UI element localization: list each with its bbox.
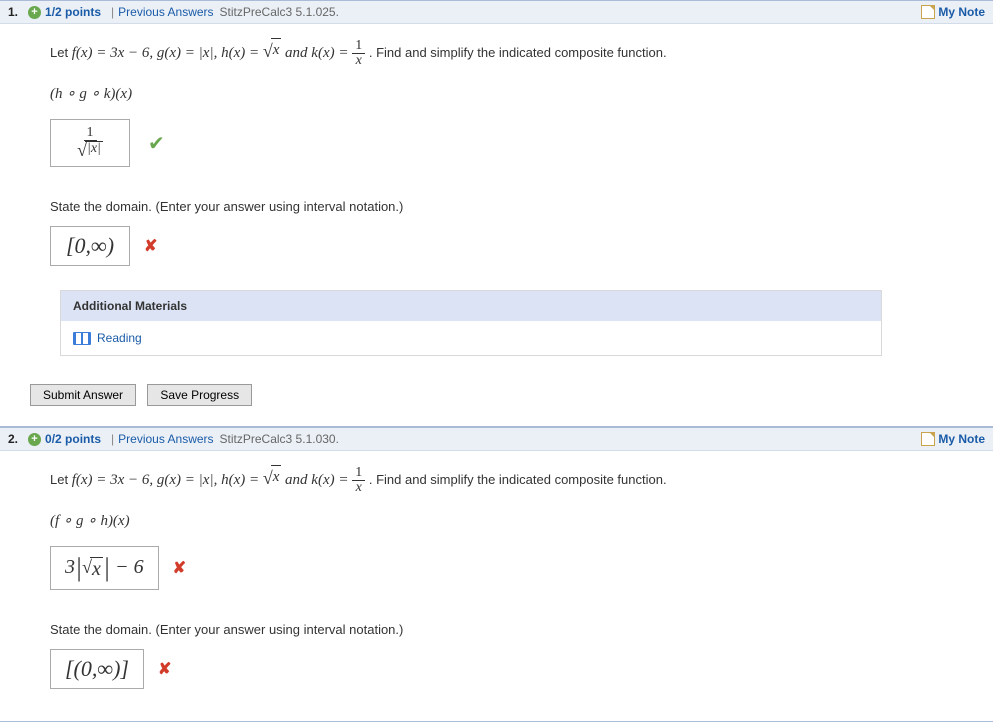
my-notes-link[interactable]: My Note [921, 5, 985, 19]
answer-row-1: 1 √|x| ✔ [50, 119, 993, 167]
x-icon: ✘ [173, 558, 186, 578]
previous-answers-link[interactable]: Previous Answers [118, 432, 213, 446]
k-def: k(x) = [311, 472, 352, 488]
submit-button[interactable]: Submit Answer [30, 384, 136, 406]
button-row: Submit Answer Save Progress [30, 384, 993, 406]
separator: | [111, 5, 114, 19]
question-2: 2. + 0/2 points | Previous Answers Stitz… [0, 427, 993, 722]
question-header: 1. + 1/2 points | Previous Answers Stitz… [0, 1, 993, 24]
answer-input-1[interactable]: 3|√x| − 6 [50, 546, 159, 590]
instruction-text: . Find and simplify the indicated compos… [369, 45, 667, 60]
question-text: Let f(x) = 3x − 6, g(x) = |x|, h(x) = √x… [0, 24, 993, 78]
separator: | [111, 432, 114, 446]
function-definitions: f(x) = 3x − 6, g(x) = |x|, h(x) = [72, 45, 263, 61]
reading-link[interactable]: Reading [97, 331, 142, 345]
answer1-numerator: 1 [84, 126, 97, 141]
one-over-x: 1x [352, 39, 365, 68]
answer1-radicand: |x| [87, 141, 101, 156]
answer-row-1: 3|√x| − 6 ✘ [50, 546, 993, 590]
k-def: k(x) = [311, 45, 352, 61]
and-text: and [285, 472, 311, 488]
let-prefix: Let [50, 45, 72, 60]
domain-prompt: State the domain. (Enter your answer usi… [0, 191, 993, 220]
check-icon: ✔ [148, 131, 165, 156]
topic-label: StitzPreCalc3 5.1.030. [220, 432, 339, 446]
points-label[interactable]: 0/2 points [45, 432, 101, 446]
my-notes-label: My Note [938, 5, 985, 19]
answer-row-2: [(0,∞)] ✘ [50, 649, 993, 689]
additional-materials: Additional Materials Reading [60, 290, 882, 356]
previous-answers-link[interactable]: Previous Answers [118, 5, 213, 19]
expand-icon[interactable]: + [28, 433, 41, 446]
note-icon [921, 432, 935, 446]
x-icon: ✘ [144, 236, 157, 256]
topic-label: StitzPreCalc3 5.1.025. [220, 5, 339, 19]
my-notes-link[interactable]: My Note [921, 432, 985, 446]
sqrt-x: √x [263, 38, 282, 65]
and-text: and [285, 45, 311, 61]
composite-expression: (h ∘ g ∘ k)(x) [0, 78, 993, 113]
composite-expression: (f ∘ g ∘ h)(x) [0, 505, 993, 540]
points-label[interactable]: 1/2 points [45, 5, 101, 19]
expand-icon[interactable]: + [28, 6, 41, 19]
question-1: 1. + 1/2 points | Previous Answers Stitz… [0, 0, 993, 427]
sqrt-x: √x [263, 465, 282, 492]
answer-row-2: [0,∞) ✘ [50, 226, 993, 266]
question-number: 1. [8, 5, 18, 19]
instruction-text: . Find and simplify the indicated compos… [369, 472, 667, 487]
question-number: 2. [8, 432, 18, 446]
materials-title: Additional Materials [61, 291, 881, 321]
book-icon [73, 332, 91, 345]
one-over-x: 1x [352, 466, 365, 495]
answer-input-2[interactable]: [0,∞) [50, 226, 130, 266]
answer-input-1[interactable]: 1 √|x| [50, 119, 130, 167]
answer-input-2[interactable]: [(0,∞)] [50, 649, 144, 689]
save-button[interactable]: Save Progress [147, 384, 252, 406]
note-icon [921, 5, 935, 19]
question-header: 2. + 0/2 points | Previous Answers Stitz… [0, 428, 993, 451]
domain-prompt: State the domain. (Enter your answer usi… [0, 614, 993, 643]
question-text: Let f(x) = 3x − 6, g(x) = |x|, h(x) = √x… [0, 451, 993, 505]
let-prefix: Let [50, 472, 72, 487]
x-icon: ✘ [158, 659, 171, 679]
function-definitions: f(x) = 3x − 6, g(x) = |x|, h(x) = [72, 472, 263, 488]
my-notes-label: My Note [938, 432, 985, 446]
